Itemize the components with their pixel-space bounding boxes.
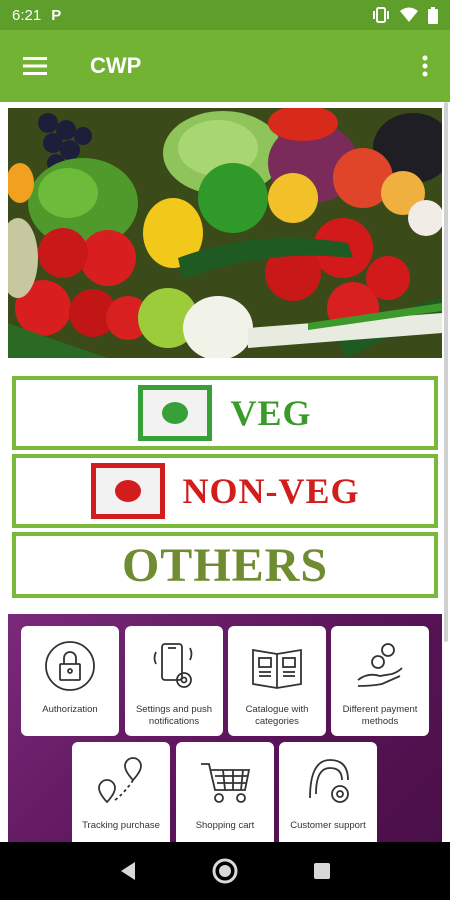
system-navigation-bar [0,842,450,900]
veg-symbol-icon [138,385,213,441]
feature-label: Settings and push notifications [135,704,213,727]
others-label: OTHERS [121,538,329,592]
coins-hand-icon [350,636,410,696]
battery-icon [428,6,438,24]
app-bar: CWP [0,30,450,102]
feature-label: Tracking purchase [82,820,160,831]
support-icon [298,752,358,812]
non-veg-label: NON-VEG [182,471,360,511]
book-icon [247,636,307,696]
feature-label: Catalogue with categories [245,704,309,727]
feature-label: Different payment methods [342,704,418,727]
more-vert-icon [422,55,428,77]
lock-icon [40,636,100,696]
scrollbar[interactable] [444,102,448,642]
features-panel: Authorization Settings and push notifica… [8,614,442,842]
recents-button[interactable] [302,851,342,891]
veg-label: VEG [230,393,312,433]
hamburger-menu-icon [23,57,47,75]
others-category-button[interactable]: OTHERS [12,532,438,598]
feature-label: Shopping cart [195,820,255,831]
cart-icon [195,752,255,812]
non-veg-symbol-icon [90,463,165,519]
recents-square-icon [313,863,330,879]
feature-card-payment[interactable]: Different payment methods [331,626,429,736]
overflow-menu-button[interactable] [400,30,450,102]
vibrate-icon [373,7,389,23]
veg-dot [162,402,189,424]
wifi-icon [400,7,418,22]
vegetables-banner-image [8,108,442,358]
feature-label: Customer support [290,820,366,831]
status-time: 6:21 [12,6,42,24]
feature-card-support[interactable]: Customer support [279,742,377,842]
feature-card-tracking[interactable]: Tracking purchase [72,742,170,842]
feature-card-catalogue[interactable]: Catalogue with categories [228,626,326,736]
feature-card-authorization[interactable]: Authorization [21,626,119,736]
parking-notification-icon: P [51,6,62,24]
feature-label: Authorization [42,704,98,715]
feature-card-settings[interactable]: Settings and push notifications [125,626,223,736]
back-button[interactable] [108,851,148,891]
home-button[interactable] [205,851,245,891]
feature-card-cart[interactable]: Shopping cart [176,742,274,842]
app-title: CWP [90,53,142,78]
content-area[interactable]: VEG NON-VEG OTHERS Authorization Setting… [0,102,450,842]
veg-category-button[interactable]: VEG [12,376,438,450]
non-veg-category-button[interactable]: NON-VEG [12,454,438,528]
back-triangle-icon [121,862,136,880]
phone-settings-icon [144,636,204,696]
status-icons [372,6,438,24]
location-tracking-icon [91,752,151,812]
home-circle-icon [212,858,238,884]
menu-button[interactable] [0,30,70,102]
non-veg-dot [114,480,141,502]
status-bar: 6:21 P [0,0,450,30]
